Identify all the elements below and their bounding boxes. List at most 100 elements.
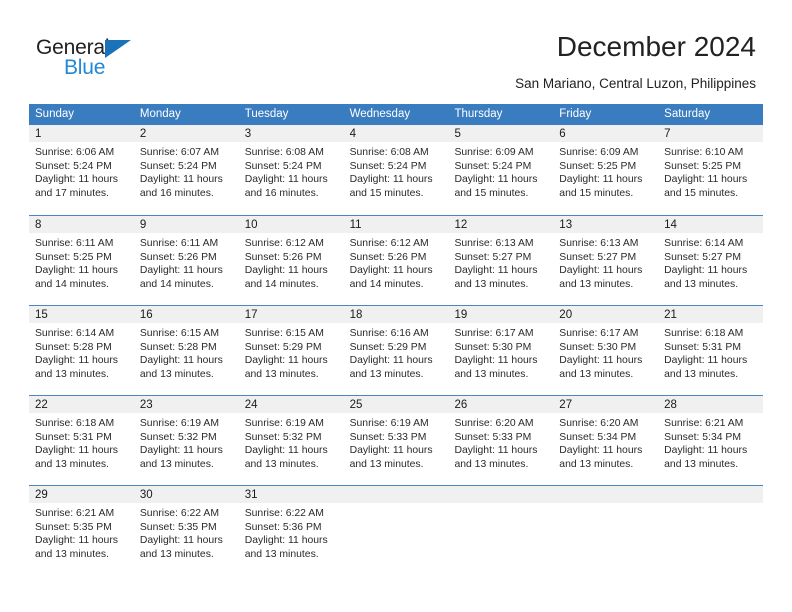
- day-details: Sunrise: 6:19 AM Sunset: 5:32 PM Dayligh…: [239, 413, 344, 471]
- daylight-text-line1: Daylight: 11 hours: [454, 174, 538, 186]
- day-number: 20: [553, 306, 659, 323]
- day-cell[interactable]: 30 Sunrise: 6:22 AM Sunset: 5:35 PM Dayl…: [133, 486, 239, 575]
- sunset-text: Sunset: 5:24 PM: [349, 160, 427, 172]
- logo-triangle-icon: [105, 40, 131, 58]
- sunset-text: Sunset: 5:35 PM: [139, 521, 217, 533]
- day-cell[interactable]: 23 Sunrise: 6:19 AM Sunset: 5:32 PM Dayl…: [133, 396, 239, 485]
- day-cell[interactable]: 29 Sunrise: 6:21 AM Sunset: 5:35 PM Dayl…: [29, 486, 134, 575]
- weekday-wednesday: Wednesday: [349, 108, 411, 120]
- day-cell[interactable]: 8 Sunrise: 6:11 AM Sunset: 5:25 PM Dayli…: [29, 216, 134, 305]
- generalblue-logo[interactable]: General Blue: [36, 36, 166, 82]
- day-number: 3: [238, 125, 344, 142]
- sunrise-text: Sunrise: 6:14 AM: [664, 238, 744, 249]
- sunset-text: Sunset: 5:27 PM: [454, 251, 532, 263]
- day-details: Sunrise: 6:18 AM Sunset: 5:31 PM Dayligh…: [29, 413, 134, 471]
- day-details: Sunrise: 6:14 AM Sunset: 5:28 PM Dayligh…: [29, 323, 134, 381]
- daylight-text-line1: Daylight: 11 hours: [244, 174, 328, 186]
- day-cell[interactable]: 17 Sunrise: 6:15 AM Sunset: 5:29 PM Dayl…: [238, 306, 344, 395]
- day-cell[interactable]: 12 Sunrise: 6:13 AM Sunset: 5:27 PM Dayl…: [448, 216, 554, 305]
- sunrise-text: Sunrise: 6:19 AM: [349, 418, 429, 429]
- daylight-text-line2: and 13 minutes.: [664, 458, 739, 470]
- day-details: Sunrise: 6:09 AM Sunset: 5:24 PM Dayligh…: [448, 142, 553, 200]
- sunrise-text: Sunrise: 6:18 AM: [664, 328, 744, 339]
- day-cell[interactable]: 26 Sunrise: 6:20 AM Sunset: 5:33 PM Dayl…: [448, 396, 554, 485]
- daylight-text-line2: and 15 minutes.: [349, 187, 424, 199]
- sunrise-text: Sunrise: 6:14 AM: [35, 328, 115, 339]
- day-cell[interactable]: 27 Sunrise: 6:20 AM Sunset: 5:34 PM Dayl…: [553, 396, 659, 485]
- day-details: Sunrise: 6:16 AM Sunset: 5:29 PM Dayligh…: [344, 323, 449, 381]
- day-number: 9: [133, 216, 239, 233]
- day-cell[interactable]: 20 Sunrise: 6:17 AM Sunset: 5:30 PM Dayl…: [553, 306, 659, 395]
- day-cell[interactable]: 25 Sunrise: 6:19 AM Sunset: 5:33 PM Dayl…: [343, 396, 449, 485]
- day-cell[interactable]: 1 Sunrise: 6:06 AM Sunset: 5:24 PM Dayli…: [29, 125, 134, 215]
- sunset-text: Sunset: 5:26 PM: [349, 251, 427, 263]
- day-cell[interactable]: 6 Sunrise: 6:09 AM Sunset: 5:25 PM Dayli…: [553, 125, 659, 215]
- day-number: 14: [658, 216, 764, 233]
- weekday-tuesday: Tuesday: [244, 108, 289, 120]
- sunset-text: Sunset: 5:29 PM: [349, 341, 427, 353]
- daylight-text-line1: Daylight: 11 hours: [349, 445, 433, 457]
- sunset-text: Sunset: 5:27 PM: [664, 251, 741, 263]
- sunset-text: Sunset: 5:26 PM: [244, 251, 322, 263]
- day-number: 16: [133, 306, 239, 323]
- day-cell[interactable]: 21 Sunrise: 6:18 AM Sunset: 5:31 PM Dayl…: [658, 306, 764, 395]
- day-details: Sunrise: 6:11 AM Sunset: 5:25 PM Dayligh…: [29, 233, 134, 291]
- sunset-text: Sunset: 5:25 PM: [35, 251, 112, 263]
- day-cell-empty: [448, 486, 554, 575]
- sunrise-text: Sunrise: 6:13 AM: [454, 238, 534, 249]
- day-number: 5: [448, 125, 554, 142]
- day-cell[interactable]: 4 Sunrise: 6:08 AM Sunset: 5:24 PM Dayli…: [343, 125, 449, 215]
- daylight-text-line2: and 15 minutes.: [559, 187, 634, 199]
- day-number: 18: [343, 306, 449, 323]
- calendar-week-row: 15 Sunrise: 6:14 AM Sunset: 5:28 PM Dayl…: [29, 305, 764, 395]
- day-cell[interactable]: 18 Sunrise: 6:16 AM Sunset: 5:29 PM Dayl…: [343, 306, 449, 395]
- daylight-text-line2: and 13 minutes.: [664, 368, 739, 380]
- sunrise-text: Sunrise: 6:19 AM: [139, 418, 219, 429]
- day-cell[interactable]: 10 Sunrise: 6:12 AM Sunset: 5:26 PM Dayl…: [238, 216, 344, 305]
- day-details: Sunrise: 6:13 AM Sunset: 5:27 PM Dayligh…: [553, 233, 658, 291]
- day-cell[interactable]: 19 Sunrise: 6:17 AM Sunset: 5:30 PM Dayl…: [448, 306, 554, 395]
- day-cell[interactable]: 5 Sunrise: 6:09 AM Sunset: 5:24 PM Dayli…: [448, 125, 554, 215]
- day-cell[interactable]: 16 Sunrise: 6:15 AM Sunset: 5:28 PM Dayl…: [133, 306, 239, 395]
- day-cell[interactable]: 31 Sunrise: 6:22 AM Sunset: 5:36 PM Dayl…: [238, 486, 344, 575]
- day-cell[interactable]: 14 Sunrise: 6:14 AM Sunset: 5:27 PM Dayl…: [658, 216, 764, 305]
- daylight-text-line2: and 17 minutes.: [35, 187, 109, 199]
- day-cell[interactable]: 7 Sunrise: 6:10 AM Sunset: 5:25 PM Dayli…: [658, 125, 764, 215]
- day-cell[interactable]: 24 Sunrise: 6:19 AM Sunset: 5:32 PM Dayl…: [238, 396, 344, 485]
- daylight-text-line1: Daylight: 11 hours: [664, 174, 748, 186]
- sunset-text: Sunset: 5:30 PM: [559, 341, 637, 353]
- day-cell[interactable]: 22 Sunrise: 6:18 AM Sunset: 5:31 PM Dayl…: [29, 396, 134, 485]
- day-number: 30: [133, 486, 239, 503]
- day-cell[interactable]: 11 Sunrise: 6:12 AM Sunset: 5:26 PM Dayl…: [343, 216, 449, 305]
- day-details: Sunrise: 6:09 AM Sunset: 5:25 PM Dayligh…: [553, 142, 658, 200]
- day-number: 27: [553, 396, 659, 413]
- daylight-text-line2: and 13 minutes.: [35, 458, 109, 470]
- daylight-text-line1: Daylight: 11 hours: [139, 355, 223, 367]
- sunrise-text: Sunrise: 6:15 AM: [139, 328, 219, 339]
- sunrise-text: Sunrise: 6:21 AM: [35, 508, 115, 519]
- day-details: Sunrise: 6:17 AM Sunset: 5:30 PM Dayligh…: [448, 323, 553, 381]
- daylight-text-line1: Daylight: 11 hours: [559, 265, 643, 277]
- sunset-text: Sunset: 5:34 PM: [664, 431, 741, 443]
- day-cell[interactable]: 3 Sunrise: 6:08 AM Sunset: 5:24 PM Dayli…: [238, 125, 344, 215]
- day-number: 4: [343, 125, 449, 142]
- weekday-monday: Monday: [139, 108, 181, 120]
- daylight-text-line2: and 13 minutes.: [349, 368, 424, 380]
- day-cell[interactable]: 28 Sunrise: 6:21 AM Sunset: 5:34 PM Dayl…: [658, 396, 764, 485]
- day-cell[interactable]: 13 Sunrise: 6:13 AM Sunset: 5:27 PM Dayl…: [553, 216, 659, 305]
- daylight-text-line2: and 13 minutes.: [139, 548, 214, 560]
- sunset-text: Sunset: 5:31 PM: [35, 431, 112, 443]
- day-number: 19: [448, 306, 554, 323]
- sunrise-text: Sunrise: 6:15 AM: [244, 328, 324, 339]
- day-number: 22: [29, 396, 134, 413]
- daylight-text-line2: and 13 minutes.: [559, 278, 634, 290]
- daylight-text-line2: and 14 minutes.: [349, 278, 424, 290]
- daylight-text-line1: Daylight: 11 hours: [35, 445, 118, 457]
- day-cell[interactable]: 2 Sunrise: 6:07 AM Sunset: 5:24 PM Dayli…: [133, 125, 239, 215]
- day-cell[interactable]: 9 Sunrise: 6:11 AM Sunset: 5:26 PM Dayli…: [133, 216, 239, 305]
- weekday-friday: Friday: [559, 108, 592, 120]
- daylight-text-line2: and 13 minutes.: [454, 368, 529, 380]
- daylight-text-line1: Daylight: 11 hours: [139, 535, 223, 547]
- daylight-text-line1: Daylight: 11 hours: [244, 535, 328, 547]
- day-cell[interactable]: 15 Sunrise: 6:14 AM Sunset: 5:28 PM Dayl…: [29, 306, 134, 395]
